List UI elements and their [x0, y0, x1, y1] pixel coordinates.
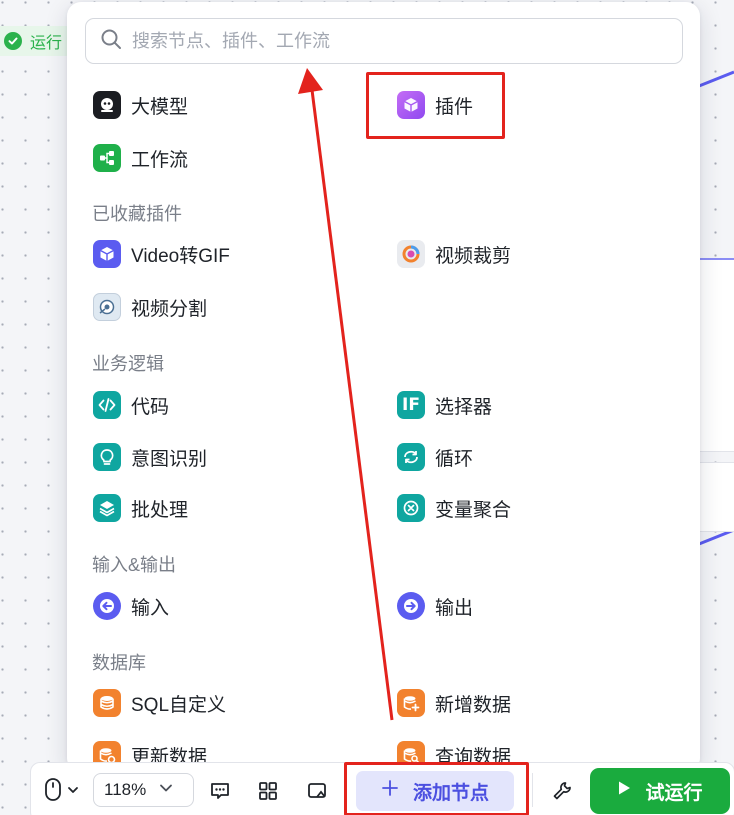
- video-crop-icon: [397, 240, 425, 268]
- zoom-select[interactable]: 118%: [93, 773, 194, 807]
- node-label: 意图识别: [131, 448, 208, 470]
- minimap-button[interactable]: [303, 777, 331, 805]
- lightbulb-icon: [93, 443, 121, 471]
- minimap-icon: [308, 783, 326, 798]
- database-icon: [93, 689, 121, 717]
- comment-icon: [211, 783, 229, 799]
- auto-layout-button[interactable]: [254, 777, 282, 805]
- add-node-label: 添加节点: [412, 782, 489, 804]
- workflow-icon: [93, 144, 121, 172]
- node-label: 工作流: [131, 149, 189, 171]
- plugin-cube-icon: [397, 91, 425, 119]
- search-icon: [100, 28, 122, 55]
- node-label: 变量聚合: [435, 499, 512, 521]
- node-variable-aggregate[interactable]: 变量聚合: [397, 493, 511, 523]
- add-node-button[interactable]: 添加节点: [356, 771, 514, 811]
- test-run-label: 试运行: [645, 782, 703, 804]
- interaction-mode-dropdown[interactable]: [41, 776, 87, 804]
- mouse-icon: [45, 778, 61, 801]
- test-run-button[interactable]: 试运行: [590, 768, 730, 814]
- variable-icon: [397, 494, 425, 522]
- node-label: Video转GIF: [131, 245, 230, 267]
- node-input[interactable]: 输入: [93, 591, 169, 621]
- database-add-icon: [397, 689, 425, 717]
- settings-button[interactable]: [548, 777, 576, 805]
- node-label: 批处理: [131, 499, 189, 521]
- node-workflow[interactable]: 工作流: [93, 143, 188, 173]
- node-intent-recognition[interactable]: 意图识别: [93, 442, 207, 472]
- node-sql-custom[interactable]: SQL自定义: [93, 688, 226, 718]
- plus-icon: [381, 779, 399, 803]
- comment-button[interactable]: [206, 777, 234, 805]
- run-status-badge: 运行: [0, 26, 73, 56]
- section-title-business-logic: 业务逻辑: [92, 354, 164, 374]
- node-label: 选择器: [435, 396, 493, 418]
- check-icon: [4, 32, 22, 50]
- node-video-to-gif[interactable]: Video转GIF: [93, 239, 230, 269]
- layers-icon: [93, 494, 121, 522]
- node-label: 新增数据: [435, 694, 512, 716]
- toolbar-divider: [532, 773, 533, 807]
- video-split-icon: [93, 293, 121, 321]
- node-label: 视频分割: [131, 298, 208, 320]
- if-icon: IF: [397, 391, 425, 419]
- chevron-down-icon: [158, 780, 174, 801]
- run-status-label: 运行: [30, 35, 63, 52]
- node-label: 输入: [131, 597, 170, 619]
- node-label: 插件: [435, 96, 474, 118]
- search-input[interactable]: [132, 30, 682, 52]
- node-plugin[interactable]: 插件: [397, 90, 473, 120]
- section-title-input-output: 输入&输出: [92, 555, 177, 575]
- chevron-down-icon: [68, 787, 78, 793]
- node-label: 大模型: [131, 96, 189, 118]
- wrench-icon: [553, 782, 571, 800]
- node-label: 循环: [435, 448, 474, 470]
- plugin-cube-icon: [93, 240, 121, 268]
- add-node-popover: 大模型 插件 工作流 已收藏插件 Video转GIF 视频裁剪 视频分割 业务逻…: [67, 2, 700, 772]
- node-llm[interactable]: 大模型: [93, 90, 188, 120]
- node-loop[interactable]: 循环: [397, 442, 473, 472]
- zoom-value: 118%: [104, 780, 147, 799]
- section-title-favorites: 已收藏插件: [92, 204, 182, 224]
- code-icon: [93, 391, 121, 419]
- output-arrow-icon: [397, 592, 425, 620]
- play-icon: [617, 780, 631, 802]
- grid-layout-icon: [259, 782, 277, 800]
- input-arrow-icon: [93, 592, 121, 620]
- loop-icon: [397, 443, 425, 471]
- node-insert-data[interactable]: 新增数据: [397, 688, 511, 718]
- node-label: 输出: [435, 597, 474, 619]
- node-label: 视频裁剪: [435, 245, 512, 267]
- node-code[interactable]: 代码: [93, 390, 169, 420]
- search-box[interactable]: [85, 18, 683, 64]
- node-video-split[interactable]: 视频分割: [93, 292, 207, 322]
- node-label: SQL自定义: [131, 694, 227, 716]
- section-title-database: 数据库: [92, 653, 146, 673]
- node-video-crop[interactable]: 视频裁剪: [397, 239, 511, 269]
- node-selector[interactable]: IF 选择器: [397, 390, 492, 420]
- node-batch[interactable]: 批处理: [93, 493, 188, 523]
- node-output[interactable]: 输出: [397, 591, 473, 621]
- node-label: 代码: [131, 396, 170, 418]
- llm-icon: [93, 91, 121, 119]
